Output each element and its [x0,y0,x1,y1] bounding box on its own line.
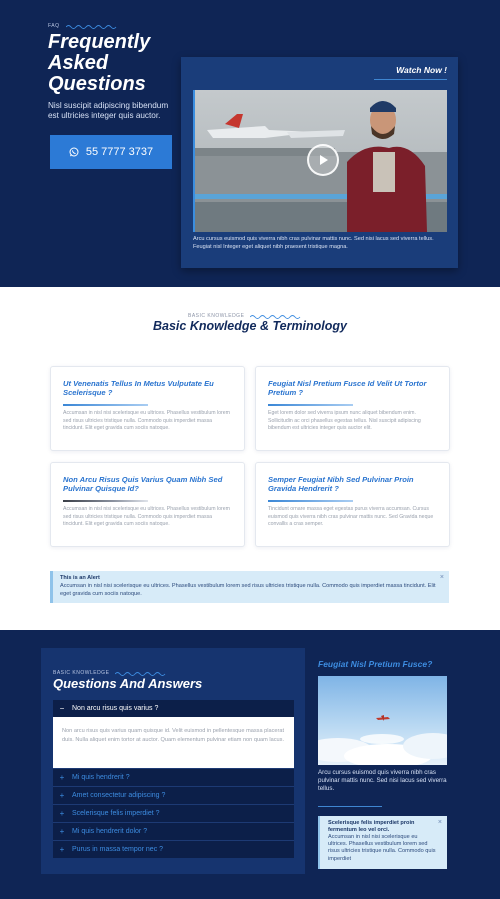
side-alert-title: Scelerisque felis imperdiet proin fermen… [328,820,415,833]
minus-icon: − [59,704,65,713]
video-caption: Arcu cursus euismod quis viverra nibh cr… [193,236,434,250]
play-icon [320,155,328,165]
video-card: Watch Now ! Arcu cursus euismod quis viv… [181,57,458,268]
plus-icon: + [59,845,65,854]
accordion-item-open[interactable]: − Non arcu risus quis varius ? [53,700,294,717]
accordion-item[interactable]: + Amet consectetur adipiscing ? [53,786,294,804]
phone-button[interactable]: 55 7777 3737 [50,135,172,169]
knowledge-section: BASIC KNOWLEDGE Basic Knowledge & Termin… [0,287,500,630]
card-text: Tincidunt ornare massa eget egestas puru… [268,506,434,527]
close-icon[interactable]: × [440,574,444,581]
card-title: Ut Venenatis Tellus In Metus Vulputate E… [63,379,214,397]
alert-title: This is an Alert [60,575,100,581]
wave-decoration-icon [65,24,116,29]
close-icon[interactable]: × [438,819,442,826]
accordion-question: Purus in massa tempor nec ? [72,846,164,853]
accordion-item[interactable]: + Mi quis hendrerit ? [53,768,294,786]
card-text: Accumsan in nisl nisi scelerisque eu ult… [63,410,230,431]
page-title: Frequently Asked Questions [48,31,151,95]
accordion-item[interactable]: + Mi quis hendrerit dolor ? [53,822,294,840]
side-title: Feugiat Nisl Pretium Fusce? [318,659,433,669]
accordion-question: Scelerisque felis imperdiet ? [72,810,160,817]
play-button[interactable] [307,144,339,176]
hero-subtitle: Nisl suscipit adipiscing bibendum est ul… [48,101,169,120]
phone-number: 55 7777 3737 [85,146,154,158]
card-title: Feugiat Nisl Pretium Fusce Id Velit Ut T… [268,379,427,397]
card-divider [63,500,148,502]
side-alert: Scelerisque felis imperdiet proin fermen… [318,816,447,869]
divider [318,806,382,807]
knowledge-card: Non Arcu Risus Quis Varius Quam Nibh Sed… [50,462,245,547]
card-divider [268,500,353,502]
accordion-question: Amet consectetur adipiscing ? [72,792,166,799]
plus-icon: + [59,791,65,800]
wave-decoration-icon [115,671,166,676]
card-divider [268,404,353,406]
plus-icon: + [59,827,65,836]
qa-title: Questions And Answers [53,676,203,691]
accordion-item[interactable]: + Purus in massa tempor nec ? [53,840,294,858]
knowledge-title: Basic Knowledge & Terminology [152,319,347,333]
watch-now-label: Watch Now ! [396,65,447,75]
info-alert: This is an Alert Accumsan in nisl nisi s… [50,571,449,603]
hero-section: FAQ Frequently Asked Questions Nisl susc… [0,0,500,287]
plus-icon: + [59,809,65,818]
accordion-question: Mi quis hendrerit ? [72,774,130,781]
card-divider [63,404,148,406]
card-title: Non Arcu Risus Quis Varius Quam Nibh Sed… [63,475,223,493]
card-text: Accumsan in nisl nisi scelerisque eu ult… [63,506,230,527]
alert-text: Accumsan in nisl nisi scelerisque eu ult… [60,583,436,597]
plus-icon: + [59,773,65,782]
qa-section: BASIC KNOWLEDGE Questions And Answers − … [0,630,500,899]
hero-eyebrow: FAQ [48,23,118,29]
whatsapp-icon [69,147,79,157]
accordion-question: Mi quis hendrerit dolor ? [72,828,148,835]
accordion-answer: Non arcu risus quis varius quam quisque … [53,717,294,768]
knowledge-card: Ut Venenatis Tellus In Metus Vulputate E… [50,366,245,451]
knowledge-card: Semper Feugiat Nibh Sed Pulvinar Proin G… [255,462,450,547]
video-thumbnail[interactable] [193,90,447,232]
divider [374,79,447,80]
side-text: Arcu cursus euismod quis viverra nibh cr… [318,769,447,792]
accordion-item[interactable]: + Scelerisque felis imperdiet ? [53,804,294,822]
hero-eyebrow-label: FAQ [48,23,60,29]
sky-image [318,676,447,765]
card-text: Eget lorem dolor sed viverra ipsum nunc … [268,410,421,431]
qa-panel: BASIC KNOWLEDGE Questions And Answers − … [41,648,305,874]
card-title: Semper Feugiat Nibh Sed Pulvinar Proin G… [268,475,414,493]
accordion-question: Non arcu risus quis varius ? [72,705,159,712]
side-alert-text: Accumsan in nisl nisi scelerisque eu ult… [328,834,436,862]
wave-decoration-icon [250,314,301,319]
knowledge-card: Feugiat Nisl Pretium Fusce Id Velit Ut T… [255,366,450,451]
